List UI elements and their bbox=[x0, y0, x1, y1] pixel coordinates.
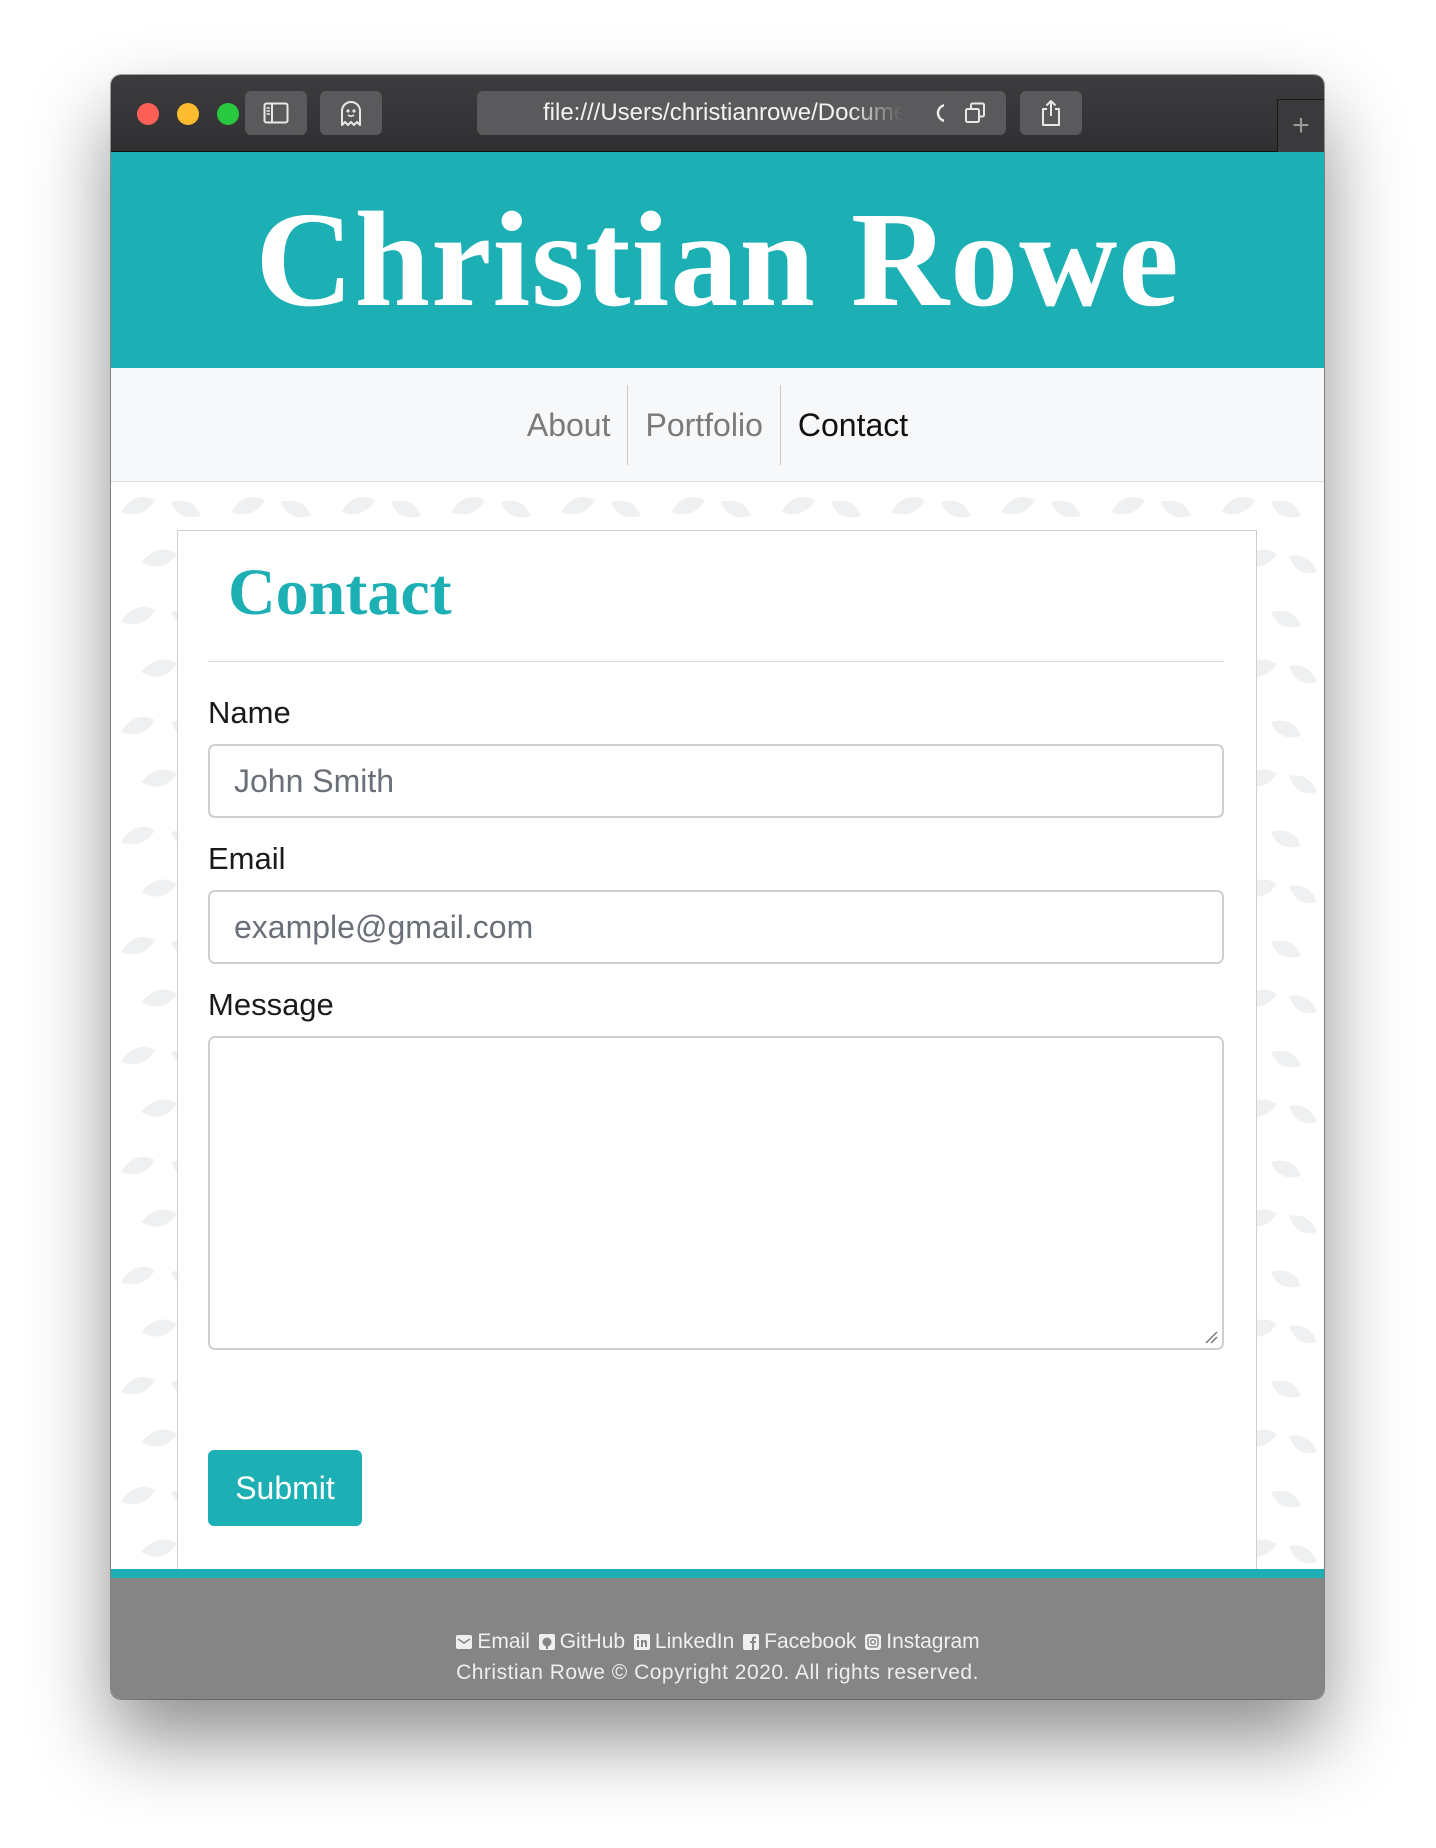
instagram-icon bbox=[865, 1634, 882, 1650]
message-textarea[interactable] bbox=[208, 1036, 1224, 1350]
close-window-button[interactable] bbox=[137, 103, 159, 125]
url-text[interactable]: file:///Users/christianrowe/Documents bbox=[543, 91, 903, 135]
footer-link-label: Instagram bbox=[886, 1630, 980, 1653]
envelope-icon bbox=[456, 1635, 473, 1649]
share-button[interactable] bbox=[1020, 91, 1082, 135]
site-title: Christian Rowe bbox=[255, 185, 1180, 335]
browser-window: file:///Users/christianrowe/Documents + bbox=[111, 75, 1324, 1699]
browser-toolbar: file:///Users/christianrowe/Documents + bbox=[111, 75, 1324, 152]
contact-card: Contact Name Email Message Submit bbox=[177, 530, 1257, 1569]
footer-link-github[interactable]: GitHub bbox=[538, 1630, 625, 1653]
footer-link-facebook[interactable]: Facebook bbox=[742, 1630, 856, 1653]
nav-link-about[interactable]: About bbox=[510, 385, 628, 465]
web-page: Christian Rowe About Portfolio Contact C… bbox=[111, 152, 1324, 1699]
sidebar-icon bbox=[263, 102, 289, 124]
linkedin-icon bbox=[633, 1634, 650, 1650]
zoom-window-button[interactable] bbox=[217, 103, 239, 125]
heading-divider bbox=[208, 661, 1224, 662]
minimize-window-button[interactable] bbox=[177, 103, 199, 125]
footer-link-label: Email bbox=[477, 1630, 530, 1653]
new-tab-button[interactable]: + bbox=[1277, 99, 1324, 152]
footer-link-instagram[interactable]: Instagram bbox=[864, 1630, 980, 1653]
footer-link-linkedin[interactable]: LinkedIn bbox=[633, 1630, 734, 1653]
footer-link-email[interactable]: Email bbox=[455, 1630, 530, 1653]
site-footer: Email GitHub LinkedIn Facebook Instagram… bbox=[111, 1569, 1324, 1699]
tab-overview-button[interactable] bbox=[944, 91, 1006, 135]
plus-icon: + bbox=[1292, 109, 1310, 142]
footer-link-label: LinkedIn bbox=[654, 1630, 735, 1653]
nav-link-contact[interactable]: Contact bbox=[781, 385, 925, 465]
copyright-text: Christian Rowe © Copyright 2020. All rig… bbox=[456, 1661, 979, 1684]
sidebar-toggle-button[interactable] bbox=[245, 91, 307, 135]
main-nav: About Portfolio Contact bbox=[111, 368, 1324, 482]
footer-link-label: GitHub bbox=[559, 1630, 626, 1653]
address-bar[interactable]: file:///Users/christianrowe/Documents bbox=[477, 91, 969, 135]
footer-links: Email GitHub LinkedIn Facebook Instagram bbox=[111, 1629, 1324, 1655]
contact-heading: Contact bbox=[228, 556, 452, 629]
resize-grip-icon[interactable] bbox=[1202, 1328, 1218, 1344]
content-area: Contact Name Email Message Submit bbox=[111, 482, 1324, 1569]
email-input[interactable] bbox=[208, 890, 1224, 964]
facebook-icon bbox=[743, 1634, 760, 1650]
ghostery-extension-button[interactable] bbox=[320, 91, 382, 135]
site-header: Christian Rowe bbox=[111, 152, 1324, 368]
email-label: Email bbox=[208, 841, 286, 876]
message-label: Message bbox=[208, 987, 334, 1022]
name-label: Name bbox=[208, 695, 291, 730]
ghost-icon bbox=[341, 101, 361, 126]
github-icon bbox=[538, 1634, 555, 1650]
nav-link-portfolio[interactable]: Portfolio bbox=[628, 385, 779, 465]
footer-link-label: Facebook bbox=[764, 1630, 857, 1653]
share-icon bbox=[1042, 100, 1060, 126]
tabs-overview-icon bbox=[965, 102, 985, 123]
submit-button[interactable]: Submit bbox=[208, 1450, 362, 1526]
name-input[interactable] bbox=[208, 744, 1224, 818]
